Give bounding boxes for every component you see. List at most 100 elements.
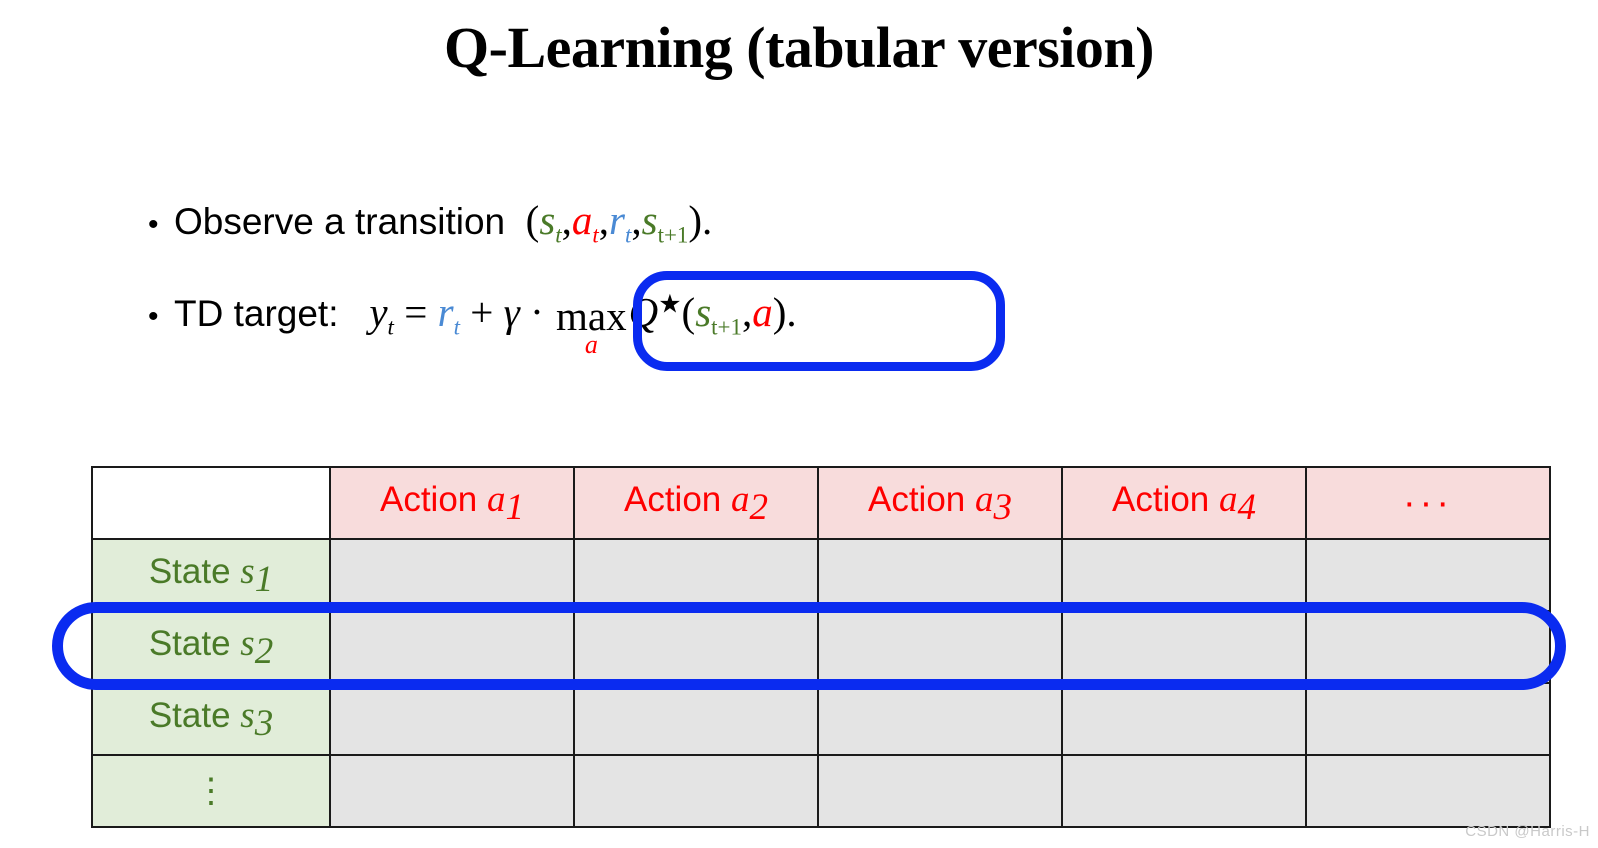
operator-plus: +	[470, 289, 494, 335]
row-header-state-3: State s3	[91, 682, 331, 756]
symbol-action-a2: a	[752, 289, 773, 335]
row-header-state-2-sub: 2	[254, 630, 274, 672]
page-title: Q-Learning (tabular version)	[444, 15, 1154, 80]
bullet-td-target: • TD target: yt = rt + γ · max a Q★(st+1…	[148, 288, 797, 357]
column-header-action-2-label: Action	[623, 479, 722, 519]
symbol-next-state-s2-sub: t+1	[711, 314, 742, 340]
column-header-action-3-label: Action	[867, 479, 966, 519]
q-cell[interactable]	[329, 610, 575, 684]
q-cell[interactable]	[329, 754, 575, 828]
q-cell[interactable]	[1061, 538, 1307, 612]
comma-3: ,	[631, 197, 642, 243]
column-header-action-4-symbol: a	[1219, 478, 1238, 520]
row-header-state-2-symbol: s	[240, 622, 255, 664]
column-header-action-1: Action a1	[329, 466, 575, 540]
q-cell[interactable]	[1061, 754, 1307, 828]
q-cell[interactable]	[1305, 538, 1551, 612]
bullet-observe-transition: • Observe a transition (st,at,rt,st+1).	[148, 196, 712, 248]
bullet-marker-1: •	[148, 208, 159, 241]
row-header-state-ellipsis: ⋮	[91, 754, 331, 828]
column-header-action-1-sub: 1	[505, 486, 525, 528]
symbol-reward-r2: r	[437, 289, 454, 335]
bullet-2-formula: yt = rt + γ · max a Q★(st+1,a).	[339, 288, 797, 357]
bullet-1-formula: (st,at,rt,st+1).	[505, 196, 713, 248]
comma-4: ,	[741, 289, 753, 335]
paren-close-2: )	[772, 289, 787, 335]
q-cell[interactable]	[1305, 682, 1551, 756]
q-cell[interactable]	[573, 538, 819, 612]
q-cell[interactable]	[1061, 610, 1307, 684]
column-header-action-1-label: Action	[379, 479, 478, 519]
symbol-q-star: ★	[658, 289, 682, 319]
q-cell[interactable]	[1061, 682, 1307, 756]
symbol-y: y	[369, 289, 388, 335]
column-header-ellipsis: ···	[1305, 466, 1551, 540]
q-cell[interactable]	[817, 610, 1063, 684]
table-row: State s2	[91, 610, 1551, 684]
symbol-next-state-s: s	[641, 197, 658, 243]
watermark: CSDN @Harris-H	[1465, 823, 1590, 840]
table-row: State s1	[91, 538, 1551, 612]
symbol-y-sub: t	[387, 314, 394, 340]
table-header-row: Action a1 Action a2 Action a3 Action a4 …	[91, 466, 1551, 540]
comma-1: ,	[561, 197, 572, 243]
column-header-action-4-sub: 4	[1237, 486, 1257, 528]
row-header-state-3-sub: 3	[254, 702, 274, 744]
row-header-state-3-label: State	[148, 695, 231, 735]
symbol-next-state-s-sub: t+1	[657, 222, 689, 248]
row-header-state-1: State s1	[91, 538, 331, 612]
max-subscript: a	[584, 329, 598, 359]
symbol-action-a: a	[571, 197, 593, 243]
q-cell[interactable]	[329, 538, 575, 612]
q-cell[interactable]	[573, 682, 819, 756]
vertical-ellipsis-icon: ⋮	[194, 772, 228, 810]
symbol-gamma: γ	[503, 289, 520, 335]
row-header-state-2-label: State	[148, 623, 231, 663]
row-header-state-1-sub: 1	[254, 558, 274, 600]
column-header-action-4-label: Action	[1111, 479, 1210, 519]
operator-cdot: ·	[530, 289, 544, 335]
bullet-1-text: Observe a transition	[174, 201, 506, 242]
row-header-state-1-label: State	[148, 551, 231, 591]
table-corner-cell	[91, 466, 331, 540]
table-row: State s3	[91, 682, 1551, 756]
column-header-action-3: Action a3	[817, 466, 1063, 540]
paren-open-2: (	[681, 289, 696, 335]
paren-close: )	[688, 197, 703, 243]
symbol-reward-r: r	[609, 197, 626, 243]
q-table: Action a1 Action a2 Action a3 Action a4 …	[91, 466, 1551, 828]
column-header-action-4: Action a4	[1061, 466, 1307, 540]
q-cell[interactable]	[1305, 610, 1551, 684]
bullet-2-text: TD target:	[174, 293, 339, 334]
q-cell[interactable]	[1305, 754, 1551, 828]
table-row: ⋮	[91, 754, 1551, 828]
column-header-action-3-sub: 3	[993, 486, 1013, 528]
period-2: .	[786, 289, 797, 335]
horizontal-ellipsis-icon: ···	[1403, 481, 1453, 524]
operator-equals: =	[404, 289, 428, 335]
column-header-action-2-symbol: a	[731, 478, 750, 520]
column-header-action-3-symbol: a	[975, 478, 994, 520]
period-1: .	[702, 197, 713, 243]
row-header-state-3-symbol: s	[240, 694, 255, 736]
q-cell[interactable]	[817, 538, 1063, 612]
column-header-action-1-symbol: a	[487, 478, 506, 520]
column-header-action-2-sub: 2	[749, 486, 769, 528]
slide-canvas: Q-Learning (tabular version) • Observe a…	[0, 0, 1598, 848]
row-header-state-2: State s2	[91, 610, 331, 684]
symbol-state-s: s	[539, 197, 556, 243]
bullet-marker-2: •	[148, 300, 159, 333]
row-header-state-1-symbol: s	[240, 550, 255, 592]
comma-2: ,	[598, 197, 610, 243]
q-cell[interactable]	[573, 610, 819, 684]
symbol-q: Q	[628, 289, 659, 335]
paren-open: (	[525, 197, 540, 243]
symbol-reward-r2-sub: t	[453, 314, 460, 340]
symbol-next-state-s2: s	[695, 289, 712, 335]
q-cell[interactable]	[573, 754, 819, 828]
column-header-action-2: Action a2	[573, 466, 819, 540]
q-cell[interactable]	[817, 754, 1063, 828]
operator-max: max a	[556, 296, 627, 359]
q-cell[interactable]	[817, 682, 1063, 756]
q-cell[interactable]	[329, 682, 575, 756]
